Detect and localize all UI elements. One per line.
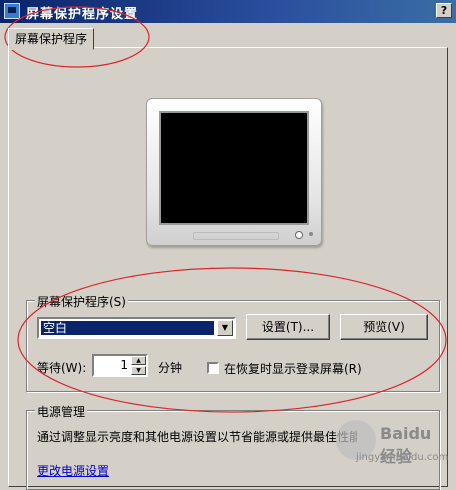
power-description: 通过调整显示亮度和其他电源设置以节省能源或提供最佳性能。 [37,430,357,444]
resume-checkbox-label[interactable]: 在恢复时显示登录屏幕(R) [224,360,362,377]
spin-down-icon[interactable]: ▼ [131,366,146,375]
window-title: 屏幕保护程序设置 [26,7,139,22]
change-power-settings-link[interactable]: 更改电源设置 [37,462,109,479]
watermark-sub: jingyan.baidu.com [356,452,449,463]
wait-stepper[interactable]: 1 ▲ ▼ [92,354,148,377]
minutes-label: 分钟 [158,361,183,375]
screensaver-select-value: 空白 [41,321,214,335]
app-icon [4,3,20,19]
chevron-down-icon[interactable]: ▼ [217,320,233,336]
baidu-watermark: Baidu 经验 jingyan.baidu.com [336,420,452,466]
wait-value[interactable]: 1 [120,358,128,372]
screensaver-group-label: 屏幕保护程序(S) [35,293,128,310]
power-group-label: 电源管理 [35,403,88,420]
title-bar: 屏幕保护程序设置 ? [0,0,456,23]
screensaver-select[interactable]: 空白 ▼ [37,317,236,339]
wait-label: 等待(W): [37,361,87,375]
preview-screen [159,111,309,225]
spin-up-icon[interactable]: ▲ [131,356,146,365]
monitor-slot [193,232,279,240]
preview-button[interactable]: 预览(V) [340,314,428,340]
resume-checkbox[interactable] [207,362,219,374]
monitor-button-icon [309,232,313,236]
tab-screensaver[interactable]: 屏幕保护程序 [8,28,95,50]
settings-button[interactable]: 设置(T)... [246,314,330,340]
monitor-power-icon [295,231,303,239]
help-button[interactable]: ? [436,3,452,18]
monitor-preview [146,98,322,246]
